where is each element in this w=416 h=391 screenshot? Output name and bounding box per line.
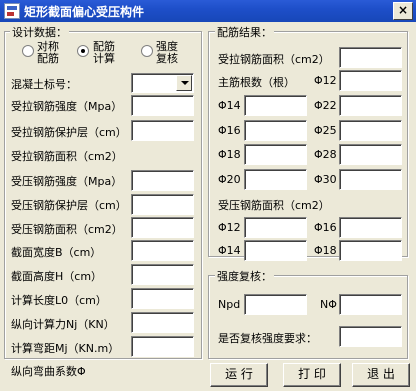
chevron-down-icon[interactable] <box>176 75 192 91</box>
bar-label: Φ28 <box>314 148 337 161</box>
effective-length-input[interactable] <box>131 288 194 309</box>
field-label: 受压钢筋面积（cm2） <box>11 223 123 236</box>
compression-steel-cover-input[interactable] <box>131 194 194 215</box>
bar-phi12-output[interactable] <box>339 70 402 91</box>
bar-label: Φ25 <box>314 124 337 137</box>
compression-area-label: 受压钢筋面积（cm2） <box>218 199 330 212</box>
bar-phi14-output[interactable] <box>244 95 307 116</box>
tension-steel-strength-input[interactable] <box>131 95 194 116</box>
bar-phi18-output[interactable] <box>244 144 307 165</box>
concrete-grade-label: 混凝土标号： <box>11 78 77 91</box>
bar-label: Φ16 <box>218 124 241 137</box>
radio-reinforcement-calc-label: 配筋计算 <box>93 40 115 65</box>
window-title: 矩形截面偏心受压构件 <box>24 5 145 19</box>
radio-symmetric-label: 对称配筋 <box>37 40 59 65</box>
compression-steel-area-input[interactable] <box>131 217 194 238</box>
bar-phi28-output[interactable] <box>339 144 402 165</box>
field-label: 截面高度H（cm） <box>11 270 103 283</box>
field-label: 计算长度L0（cm） <box>11 294 107 307</box>
bar-label: Φ18 <box>314 244 337 257</box>
bar-label: Φ14 <box>218 244 241 257</box>
bar-label: Φ20 <box>218 173 241 186</box>
bar-label: Φ12 <box>218 221 241 234</box>
section-width-input[interactable] <box>131 240 194 261</box>
bar-phi30-output[interactable] <box>339 169 402 190</box>
field-label: 纵向弯曲系数Φ <box>11 365 86 378</box>
run-button[interactable]: 运 行 <box>210 363 268 387</box>
comp-bar-phi16-output[interactable] <box>339 217 402 238</box>
radio-strength-check-label: 强度复核 <box>156 40 178 65</box>
compression-steel-strength-input[interactable] <box>131 170 194 191</box>
field-label: 计算弯距Mj（KN.m） <box>11 342 120 355</box>
section-height-input[interactable] <box>131 264 194 285</box>
npd-label: Npd <box>218 298 241 311</box>
bar-phi22-output[interactable] <box>339 95 402 116</box>
bar-label: Φ18 <box>218 148 241 161</box>
field-label: 纵向计算力Nj（KN） <box>11 318 115 331</box>
tension-area-label: 受拉钢筋面积（cm2） <box>218 53 330 66</box>
tension-steel-cover-input[interactable] <box>131 120 194 141</box>
bar-label: Φ22 <box>314 99 337 112</box>
bar-phi20-output[interactable] <box>244 169 307 190</box>
axial-force-input[interactable] <box>131 312 194 333</box>
bar-label: Φ12 <box>314 74 337 87</box>
design-data-caption: 设计数据： <box>10 24 69 40</box>
result-caption: 配筋结果： <box>215 24 274 40</box>
field-label: 受压钢筋保护层（cm） <box>11 199 127 212</box>
bar-label: Φ16 <box>314 221 337 234</box>
field-label: 受压钢筋强度（Mpa） <box>11 175 123 188</box>
npd-output[interactable] <box>244 294 307 315</box>
bar-count-label: 主筋根数（根） <box>218 76 295 89</box>
radio-reinforcement-calc[interactable] <box>77 45 89 57</box>
field-label: 受拉钢筋面积（cm2） <box>11 150 123 163</box>
bar-phi16-output[interactable] <box>244 120 307 141</box>
exit-button[interactable]: 退 出 <box>352 363 410 387</box>
field-label: 截面宽度B（cm） <box>11 246 102 259</box>
bar-phi25-output[interactable] <box>339 120 402 141</box>
nphi-output[interactable] <box>339 294 402 315</box>
comp-bar-phi14-output[interactable] <box>244 240 307 261</box>
title-bar: 矩形截面偏心受压构件 × <box>0 0 416 22</box>
field-label: 受拉钢筋保护层（cm） <box>11 126 127 139</box>
concrete-grade-select[interactable] <box>131 73 194 93</box>
need-check-output[interactable] <box>339 326 402 347</box>
app-icon <box>4 3 20 19</box>
print-button[interactable]: 打 印 <box>283 363 341 387</box>
bending-moment-input[interactable] <box>131 336 194 357</box>
bar-label: Φ14 <box>218 99 241 112</box>
bar-label: Φ30 <box>314 173 337 186</box>
strength-check-caption: 强度复核： <box>215 268 274 284</box>
nphi-label: NΦ <box>320 298 337 311</box>
comp-bar-phi12-output[interactable] <box>244 217 307 238</box>
comp-bar-phi18-output[interactable] <box>339 240 402 261</box>
radio-symmetric[interactable] <box>22 45 34 57</box>
close-button[interactable]: × <box>393 2 413 20</box>
need-check-label: 是否复核强度要求： <box>218 332 317 345</box>
tension-area-output[interactable] <box>339 47 402 68</box>
radio-strength-check[interactable] <box>141 45 153 57</box>
field-label: 受拉钢筋强度（Mpa） <box>11 100 123 113</box>
